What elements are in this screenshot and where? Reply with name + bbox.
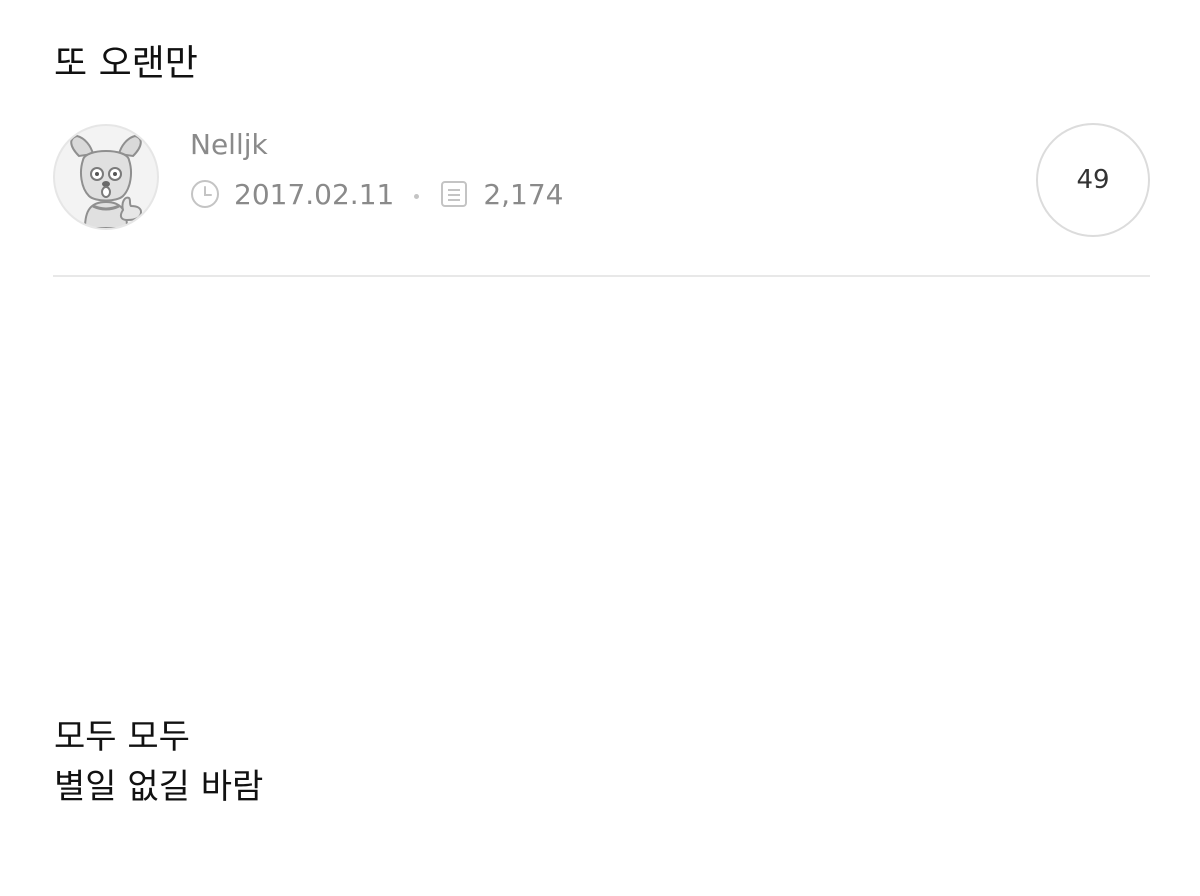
meta-separator bbox=[414, 193, 420, 199]
dog-character-avatar-icon bbox=[70, 134, 143, 228]
post-body-line: 모두 모두 bbox=[54, 717, 190, 757]
post-meta: 2017.02.11 2,174 bbox=[190, 174, 564, 214]
post-body: 모두 모두 별일 없길 바람 bbox=[54, 712, 263, 812]
clock-icon bbox=[190, 179, 220, 209]
document-icon bbox=[439, 179, 469, 209]
author-name[interactable]: Nelljk bbox=[190, 128, 268, 162]
header-divider bbox=[53, 275, 1150, 277]
comment-count: 49 bbox=[1076, 165, 1110, 195]
author-avatar[interactable] bbox=[53, 124, 159, 230]
view-count: 2,174 bbox=[483, 177, 564, 211]
post-date: 2017.02.11 bbox=[234, 177, 395, 211]
comment-count-button[interactable]: 49 bbox=[1036, 123, 1150, 237]
post-title: 또 오랜만 bbox=[54, 43, 198, 84]
post-body-line: 별일 없길 바람 bbox=[54, 767, 264, 807]
